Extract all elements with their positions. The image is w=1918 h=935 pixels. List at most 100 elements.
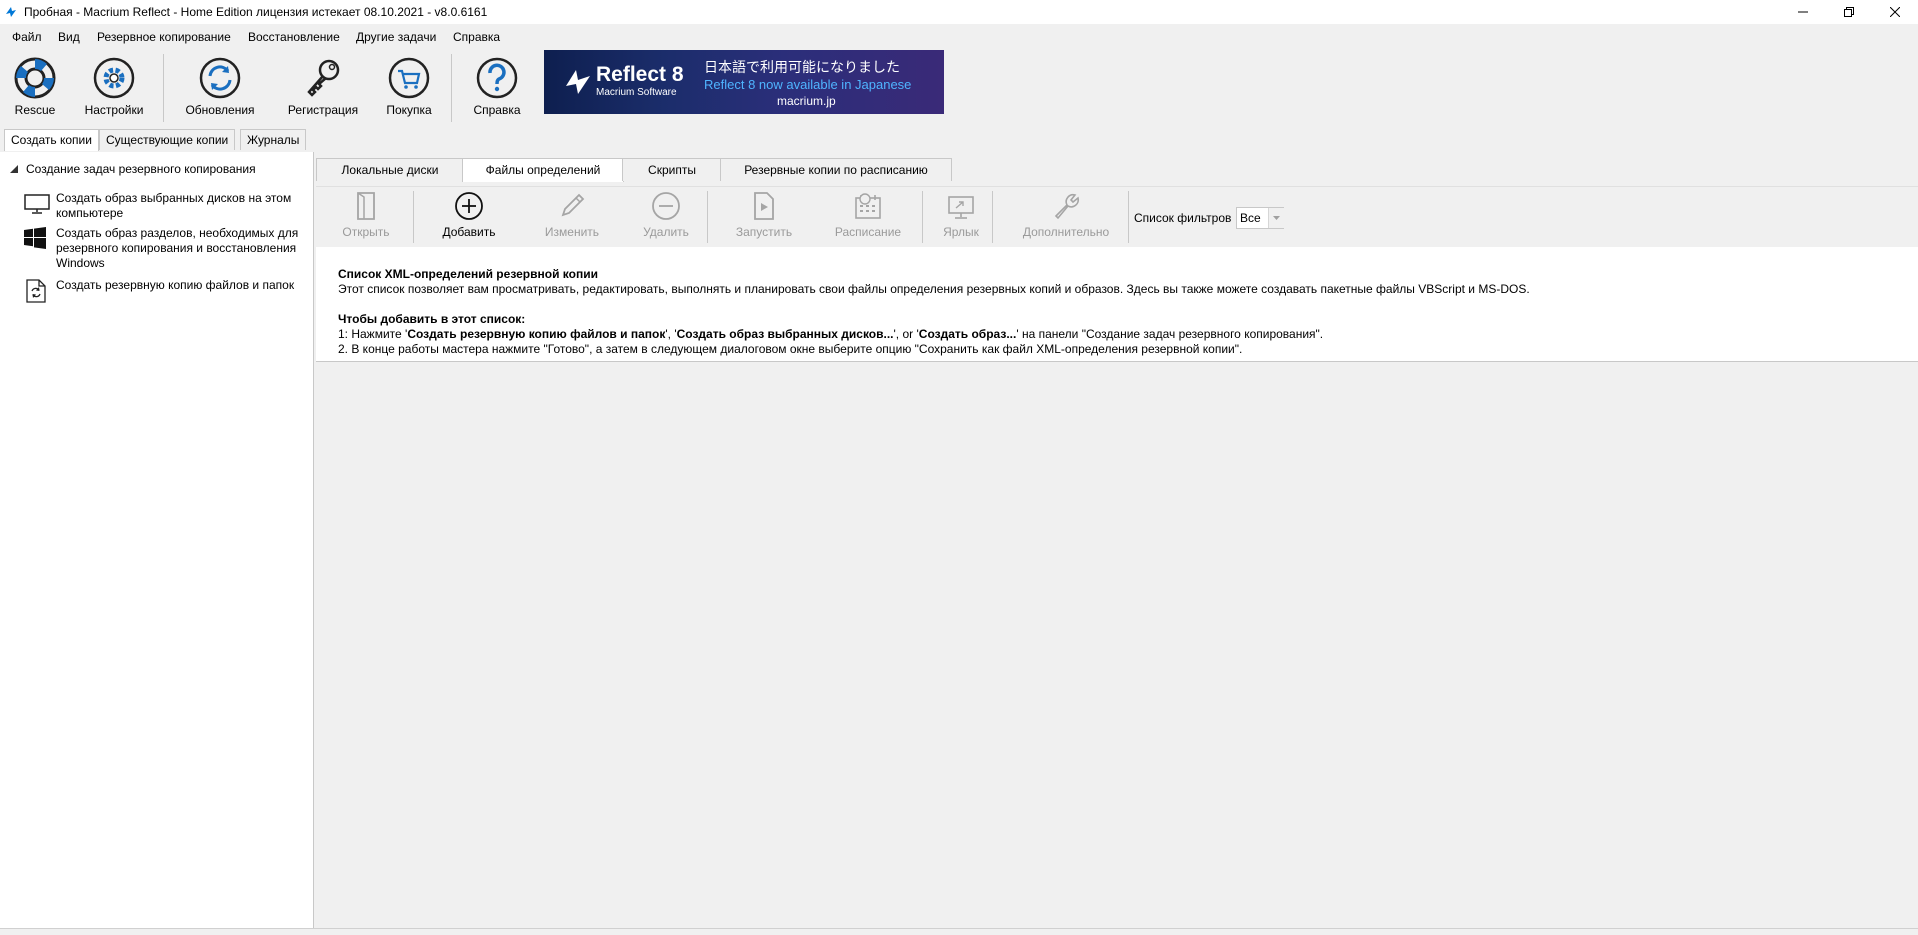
restore-button[interactable] (1826, 0, 1872, 24)
help-button[interactable]: Справка (470, 56, 524, 117)
toolbar-separator (1128, 191, 1129, 243)
close-icon (1890, 7, 1900, 17)
step1-files-folders: Создать резервную копию файлов и папок (407, 327, 666, 341)
plus-circle-icon (455, 192, 483, 220)
tab-logs[interactable]: Журналы (240, 129, 307, 150)
tab-scheduled-backups[interactable]: Резервные копии по расписанию (720, 158, 952, 181)
task-backup-files-folders[interactable]: Создать резервную копию файлов и папок (56, 278, 306, 293)
banner-company: Macrium Software (596, 87, 677, 98)
run-label: Запустить (735, 225, 793, 239)
filter-dropdown-value: Все (1240, 211, 1261, 225)
edit-button[interactable]: Изменить (538, 191, 606, 239)
key-icon (307, 59, 340, 97)
file-backup-icon (26, 279, 46, 303)
purchase-label: Покупка (386, 103, 432, 117)
tab-local-disks[interactable]: Локальные диски (316, 158, 464, 181)
schedule-label: Расписание (834, 225, 902, 239)
menu-view[interactable]: Вид (58, 30, 80, 44)
refresh-icon (199, 57, 241, 99)
menu-bar: Файл Вид Резервное копирование Восстанов… (0, 26, 1918, 48)
advanced-button[interactable]: Дополнительно (1014, 191, 1118, 239)
task-image-windows-partitions[interactable]: Создать образ разделов, необходимых для … (56, 226, 306, 271)
step1-prefix: 1: Нажмите ' (338, 327, 408, 341)
calendar-clock-icon (855, 193, 881, 219)
promo-banner[interactable]: Reflect 8 Macrium Software 日本語で利用可能になりまし… (544, 50, 944, 114)
wrench-icon (1054, 193, 1080, 220)
howto-step-2: 2. В конце работы мастера нажмите "Готов… (338, 342, 1243, 356)
task-image-selected-disks[interactable]: Создать образ выбранных дисков на этом к… (56, 191, 306, 221)
menu-file[interactable]: Файл (12, 30, 42, 44)
shopping-cart-icon (388, 57, 430, 99)
toolbar-separator (922, 191, 923, 243)
chevron-down-icon (1273, 216, 1280, 220)
dropdown-arrow-button[interactable] (1268, 208, 1284, 228)
toolbar-separator (451, 54, 452, 122)
definitions-list-area (316, 362, 1918, 928)
settings-label: Настройки (84, 103, 144, 117)
banner-product: Reflect 8 (596, 63, 684, 86)
description-heading: Список XML-определений резервной копии (338, 267, 598, 281)
open-button[interactable]: Открыть (338, 191, 394, 239)
tasks-header: Создание задач резервного копирования (26, 162, 256, 176)
step1-create-image: Создать образ... (918, 327, 1017, 341)
registration-button[interactable]: Регистрация (286, 56, 360, 117)
rescue-label: Rescue (14, 103, 56, 117)
toolbar-separator (163, 54, 164, 122)
tab-existing-backups[interactable]: Существующие копии (99, 129, 236, 150)
run-document-icon (754, 192, 774, 220)
schedule-button[interactable]: Расписание (834, 191, 902, 239)
menu-other-tasks[interactable]: Другие задачи (356, 30, 436, 44)
menu-backup[interactable]: Резервное копирование (97, 30, 231, 44)
howto-step-1: 1: Нажмите 'Создать резервную копию файл… (338, 327, 1323, 341)
shortcut-button[interactable]: Ярлык (936, 191, 986, 239)
add-label: Добавить (442, 225, 496, 239)
close-button[interactable] (1872, 0, 1918, 24)
menu-restore[interactable]: Восстановление (248, 30, 340, 44)
document-icon (357, 192, 375, 220)
help-label: Справка (473, 103, 521, 117)
edit-label: Изменить (544, 225, 600, 239)
banner-url: macrium.jp (777, 94, 836, 108)
howto-heading: Чтобы добавить в этот список: (338, 312, 526, 326)
monitor-icon (24, 194, 50, 214)
banner-japanese-line: 日本語で利用可能になりました (704, 59, 900, 75)
step1-suffix: ' на панели "Создание задач резервного к… (1016, 327, 1324, 341)
updates-button[interactable]: Обновления (184, 56, 256, 117)
gear-icon (93, 57, 135, 99)
backup-tasks-panel: Создание задач резервного копирования Со… (0, 152, 314, 934)
registration-label: Регистрация (287, 103, 359, 117)
menu-help[interactable]: Справка (453, 30, 500, 44)
tab-definition-files[interactable]: Файлы определений (462, 158, 624, 182)
step1-separator-2: ', or ' (893, 327, 919, 341)
run-button[interactable]: Запустить (732, 191, 796, 239)
open-label: Открыть (342, 225, 390, 239)
add-button[interactable]: Добавить (438, 191, 500, 239)
step1-separator-1: ', ' (665, 327, 677, 341)
purchase-button[interactable]: Покупка (384, 56, 434, 117)
delete-label: Удалить (643, 225, 689, 239)
shortcut-label: Ярлык (943, 225, 979, 239)
toolbar-separator (992, 191, 993, 243)
title-bar: Пробная - Macrium Reflect - Home Edition… (0, 0, 1918, 24)
tab-create-backups[interactable]: Создать копии (4, 129, 99, 151)
delete-button[interactable]: Удалить (638, 191, 694, 239)
macrium-app-icon (6, 7, 16, 17)
tab-scripts[interactable]: Скрипты (622, 158, 722, 181)
settings-button[interactable]: Настройки (84, 56, 144, 117)
filter-dropdown[interactable]: Все (1236, 207, 1284, 229)
step1-selected-disks: Создать образ выбранных дисков... (676, 327, 894, 341)
rescue-button[interactable]: Rescue (12, 56, 58, 117)
collapse-triangle-icon[interactable] (10, 165, 18, 173)
toolbar-separator (413, 191, 414, 243)
description-text: Этот список позволяет вам просматривать,… (338, 282, 1530, 296)
definitions-toolbar: Открыть Добавить Изменить Удалить Запуст… (316, 186, 1918, 247)
filter-list-label: Список фильтров (1134, 211, 1232, 225)
minimize-button[interactable] (1780, 0, 1826, 24)
lifebuoy-icon (14, 57, 56, 99)
window-title: Пробная - Macrium Reflect - Home Edition… (24, 5, 488, 19)
desktop-shortcut-icon (948, 196, 974, 219)
minimize-icon (1798, 11, 1808, 13)
description-panel: Список XML-определений резервной копии Э… (316, 247, 1918, 362)
advanced-label: Дополнительно (1022, 225, 1110, 239)
banner-english-line: Reflect 8 now available in Japanese (704, 77, 912, 92)
